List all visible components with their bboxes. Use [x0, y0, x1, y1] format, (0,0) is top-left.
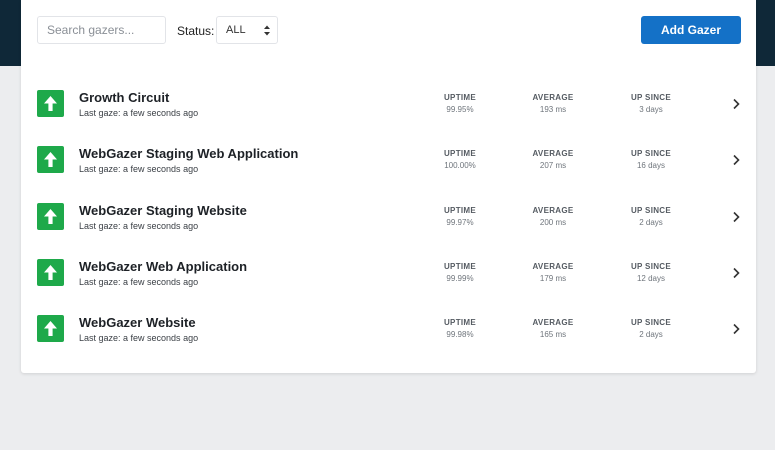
chevron-right-icon[interactable] — [732, 323, 740, 335]
uptime-label: UPTIME — [443, 205, 477, 215]
add-gazer-button[interactable]: Add Gazer — [641, 16, 741, 44]
search-input[interactable] — [37, 16, 166, 44]
uptime-stat: UPTIME 99.97% — [420, 206, 500, 227]
average-label: AVERAGE — [532, 93, 574, 102]
gazer-name[interactable]: WebGazer Staging Website — [79, 203, 247, 218]
up-since-stat: UP SINCE 2 days — [611, 206, 691, 227]
gazer-row[interactable]: WebGazer Staging Website Last gaze: a fe… — [21, 189, 756, 245]
gazer-name[interactable]: WebGazer Web Application — [79, 259, 247, 274]
average-value: 165 ms — [539, 330, 567, 340]
status-filter-value: ALL — [226, 24, 246, 36]
average-label: AVERAGE — [532, 205, 574, 215]
average-label: AVERAGE — [532, 149, 574, 159]
up-since-label: UP SINCE — [630, 318, 672, 328]
up-since-value: 2 days — [639, 330, 663, 340]
uptime-stat: UPTIME 99.98% — [420, 318, 500, 339]
chevron-right-icon[interactable] — [732, 98, 740, 110]
chevron-right-icon[interactable] — [732, 267, 740, 279]
gazers-panel: Status: ALL Add Gazer Growth Circuit Las… — [21, 0, 756, 373]
up-since-stat: UP SINCE 12 days — [611, 262, 691, 283]
uptime-label: UPTIME — [443, 149, 477, 159]
average-value: 200 ms — [539, 217, 567, 227]
average-value: 179 ms — [539, 273, 567, 283]
uptime-value: 99.97% — [446, 217, 474, 227]
average-stat: AVERAGE 207 ms — [513, 149, 593, 170]
gazer-name[interactable]: WebGazer Staging Web Application — [79, 146, 298, 161]
arrow-up-icon — [37, 90, 64, 117]
uptime-stat: UPTIME 99.99% — [420, 262, 500, 283]
average-value: 193 ms — [539, 105, 567, 114]
gazer-name[interactable]: Growth Circuit — [79, 90, 169, 105]
last-gaze-text: Last gaze: a few seconds ago — [79, 108, 199, 118]
uptime-stat: UPTIME 100.00% — [420, 149, 500, 170]
gazer-row[interactable]: WebGazer Website Last gaze: a few second… — [21, 301, 756, 357]
up-since-label: UP SINCE — [630, 93, 672, 102]
arrow-up-icon — [37, 146, 64, 174]
last-gaze-text: Last gaze: a few seconds ago — [79, 276, 199, 287]
gazer-name[interactable]: WebGazer Website — [79, 315, 196, 330]
up-since-value: 16 days — [636, 161, 666, 171]
uptime-label: UPTIME — [443, 93, 477, 102]
up-since-value: 12 days — [636, 273, 666, 283]
up-since-label: UP SINCE — [630, 149, 672, 159]
up-since-stat: UP SINCE 16 days — [611, 149, 691, 170]
uptime-value: 99.98% — [446, 330, 474, 340]
chevron-right-icon[interactable] — [732, 154, 740, 166]
average-label: AVERAGE — [532, 261, 574, 271]
status-filter-select[interactable]: ALL — [216, 16, 278, 44]
up-since-stat: UP SINCE 2 days — [611, 318, 691, 339]
uptime-label: UPTIME — [443, 318, 477, 328]
arrow-up-icon — [37, 202, 64, 230]
average-stat: AVERAGE 200 ms — [513, 206, 593, 227]
up-since-value: 3 days — [639, 105, 663, 114]
arrow-up-icon — [37, 258, 64, 286]
up-since-stat: UP SINCE 3 days — [611, 93, 691, 114]
uptime-value: 99.99% — [446, 273, 474, 283]
last-gaze-text: Last gaze: a few seconds ago — [79, 333, 199, 344]
average-stat: AVERAGE 165 ms — [513, 318, 593, 339]
average-label: AVERAGE — [532, 318, 574, 328]
up-since-label: UP SINCE — [630, 261, 672, 271]
average-value: 207 ms — [539, 161, 567, 171]
status-filter-label: Status: — [177, 24, 215, 38]
uptime-value: 99.95% — [446, 105, 474, 114]
uptime-value: 100.00% — [444, 161, 476, 171]
chevron-right-icon[interactable] — [732, 211, 740, 223]
gazer-row[interactable]: Growth Circuit Last gaze: a few seconds … — [21, 76, 756, 132]
last-gaze-text: Last gaze: a few seconds ago — [79, 220, 199, 231]
up-since-value: 2 days — [639, 217, 663, 227]
arrow-up-icon — [37, 315, 64, 343]
up-since-label: UP SINCE — [630, 205, 672, 215]
uptime-label: UPTIME — [443, 261, 477, 271]
uptime-stat: UPTIME 99.95% — [420, 93, 500, 114]
average-stat: AVERAGE 179 ms — [513, 262, 593, 283]
last-gaze-text: Last gaze: a few seconds ago — [79, 164, 199, 175]
gazer-list: Growth Circuit Last gaze: a few seconds … — [21, 76, 756, 357]
gazer-row[interactable]: WebGazer Staging Web Application Last ga… — [21, 132, 756, 188]
select-arrows-icon — [264, 25, 270, 36]
gazer-row[interactable]: WebGazer Web Application Last gaze: a fe… — [21, 245, 756, 301]
toolbar: Status: ALL Add Gazer — [21, 0, 756, 60]
average-stat: AVERAGE 193 ms — [513, 93, 593, 114]
